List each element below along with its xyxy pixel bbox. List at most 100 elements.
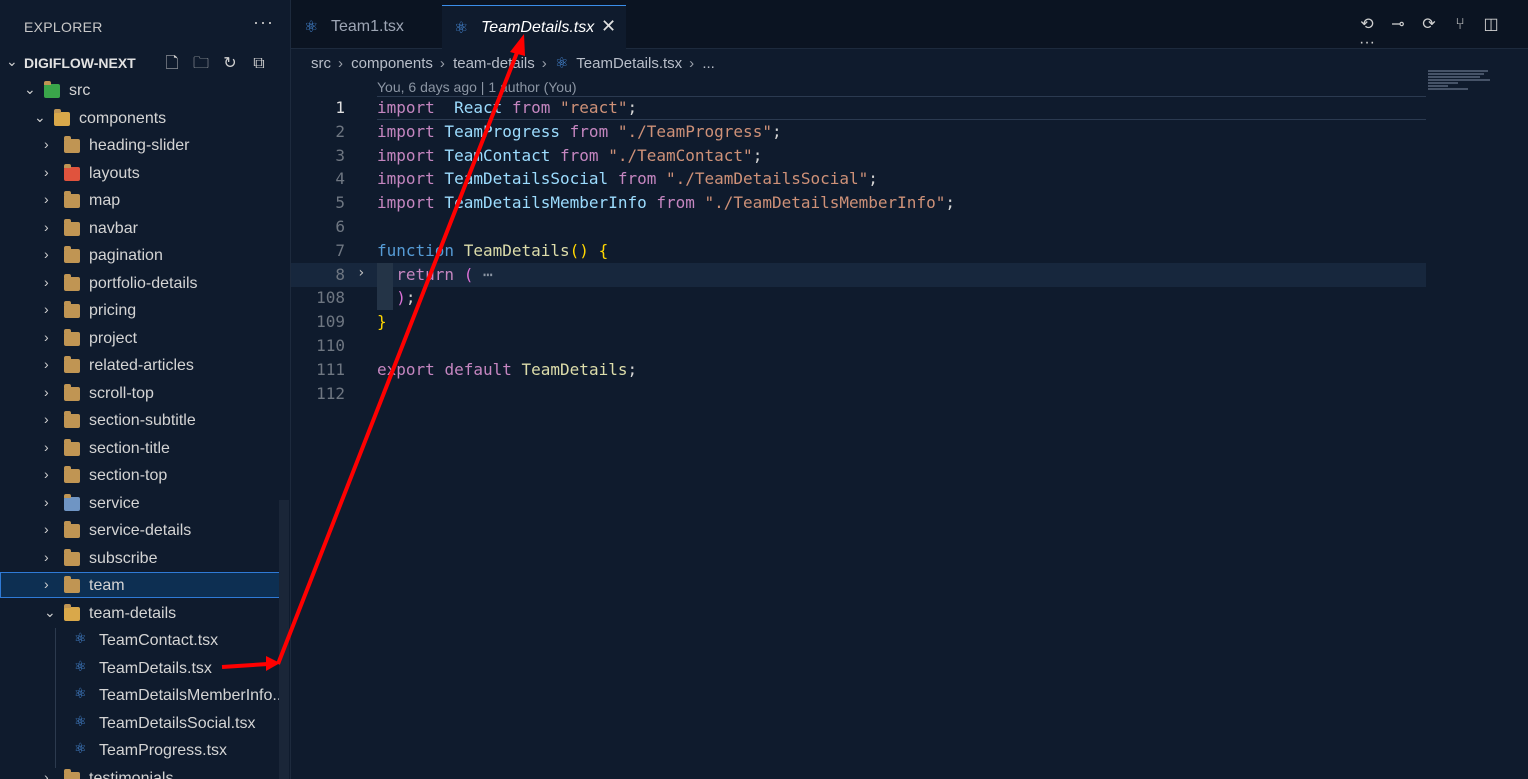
tree-folder-item[interactable]: › testimonials: [0, 765, 290, 779]
project-name: DIGIFLOW-NEXT: [24, 55, 136, 71]
breadcrumb-item-components[interactable]: components: [351, 55, 433, 72]
go-forward-icon[interactable]: ⟳: [1418, 14, 1440, 34]
tree-item-label: components: [79, 109, 167, 127]
fold-chevron-icon[interactable]: ›: [357, 265, 365, 281]
tree-folder-item[interactable]: › service: [0, 490, 290, 516]
code-token: TeamProgress: [434, 121, 561, 141]
split-editor-icon[interactable]: ◫: [1480, 14, 1502, 34]
tree-folder-item[interactable]: › heading-slider: [0, 132, 290, 158]
source-control-icon[interactable]: ⑂: [1449, 16, 1471, 34]
code-line[interactable]: 111 export default TeamDetails;: [291, 358, 1426, 382]
line-number: 8: [335, 264, 345, 284]
code-token: default: [444, 359, 512, 379]
tree-folder-item[interactable]: › section-title: [0, 435, 290, 461]
code-line[interactable]: 112: [291, 382, 1426, 406]
react-file-icon: ⚛: [74, 740, 87, 756]
chevron-right-icon: ›: [44, 273, 49, 290]
folder-open-icon: [54, 108, 70, 126]
breadcrumb-item-team-details[interactable]: team-details: [453, 55, 535, 72]
code-token: ): [396, 288, 406, 308]
code-text: import React from "react";: [377, 98, 637, 117]
tree-folder-item[interactable]: ⌄ team-details: [0, 600, 290, 626]
tree-item-label: layouts: [89, 164, 140, 182]
folder-icon: [64, 576, 80, 593]
refresh-icon[interactable]: ↻: [220, 53, 240, 73]
breadcrumb-item-src[interactable]: src: [311, 55, 331, 72]
tree-folder-item[interactable]: › section-subtitle: [0, 407, 290, 433]
code-line[interactable]: 3 import TeamContact from "./TeamContact"…: [291, 144, 1426, 168]
code-token: }: [377, 312, 387, 332]
tree-folder-item[interactable]: › layouts: [0, 160, 290, 186]
tree-item-label: heading-slider: [89, 137, 190, 154]
go-back-icon[interactable]: ⟲: [1356, 14, 1378, 34]
code-editor[interactable]: 1 import React from "react"; 2 import TeamP…: [291, 96, 1426, 779]
code-line[interactable]: 2 import TeamProgress from "./TeamProgres…: [291, 120, 1426, 144]
tree-file-item[interactable]: ⚛ TeamProgress.tsx: [0, 737, 290, 763]
code-token: return: [396, 264, 455, 284]
timeline-icon[interactable]: ⊸: [1387, 14, 1409, 34]
code-line[interactable]: 110: [291, 334, 1426, 358]
tab-team1[interactable]: ⚛ Team1.tsx: [291, 5, 441, 48]
project-folder-row[interactable]: ⌄ DIGIFLOW-NEXT 🗋 🗀 ↻ ⧉: [0, 50, 290, 76]
tree-item-label: TeamDetailsSocial.tsx: [99, 714, 256, 732]
code-token: ;: [752, 145, 763, 165]
code-line[interactable]: 108 );: [291, 286, 1426, 311]
code-line[interactable]: 8 › return ( ⋯: [291, 262, 1426, 287]
tree-folder-item[interactable]: › project: [0, 325, 290, 351]
tree-folder-item[interactable]: › navbar: [0, 215, 290, 241]
code-token: React: [454, 98, 503, 117]
tree-folder-item[interactable]: › team: [0, 572, 289, 598]
src-folder-icon: [44, 81, 60, 98]
code-token: ;: [945, 193, 955, 213]
tree-folder-item[interactable]: › service-details: [0, 517, 290, 543]
code-line[interactable]: 7 function TeamDetails() {: [291, 239, 1426, 263]
code-line[interactable]: 5 import TeamDetailsMemberInfo from "./Te…: [291, 191, 1426, 215]
tree-folder-item[interactable]: › scroll-top: [0, 380, 290, 406]
tree-folder-item[interactable]: ⌄ src: [0, 77, 290, 103]
code-line[interactable]: 6: [291, 215, 1426, 239]
chevron-right-icon: ›: [44, 163, 49, 180]
tree-folder-item[interactable]: ⌄ components: [0, 105, 290, 131]
code-text: import TeamDetailsMemberInfo from "./Tea…: [377, 193, 955, 212]
tree-folder-item[interactable]: › map: [0, 187, 290, 213]
new-file-icon[interactable]: 🗋: [162, 52, 182, 72]
tree-item-label: section-subtitle: [89, 412, 196, 429]
chevron-right-icon: ›: [44, 218, 49, 235]
tree-item-label: portfolio-details: [89, 274, 198, 292]
code-token: TeamDetailsSocial: [434, 169, 609, 189]
folder-open-icon: [64, 603, 80, 621]
breadcrumb-item-file[interactable]: TeamDetails.tsx: [576, 55, 682, 72]
collapse-all-icon[interactable]: ⧉: [249, 55, 269, 75]
tab-teamdetails[interactable]: ⚛ TeamDetails.tsx ✕: [442, 5, 626, 49]
react-file-icon: ⚛: [74, 657, 87, 674]
code-line[interactable]: 1 import React from "react";: [291, 96, 1426, 120]
tree-folder-item[interactable]: › pricing: [0, 297, 290, 323]
tree-folder-item[interactable]: › pagination: [0, 242, 290, 268]
breadcrumb-separator: ›: [439, 55, 445, 72]
tree-file-item[interactable]: ⚛ TeamContact.tsx: [0, 627, 290, 653]
code-line[interactable]: 109}: [291, 310, 1426, 334]
code-token: {: [598, 240, 609, 260]
chevron-down-icon: ⌄: [24, 81, 36, 97]
tree-file-item[interactable]: ⚛ TeamDetails.tsx: [0, 655, 290, 681]
folder-icon: [64, 191, 80, 208]
more-actions-icon[interactable]: ···: [1356, 34, 1378, 52]
folder-icon: [64, 521, 80, 538]
close-icon[interactable]: ✕: [601, 16, 616, 37]
breadcrumb-separator: ›: [338, 55, 343, 72]
minimap[interactable]: [1428, 70, 1528, 110]
tree-folder-item[interactable]: › related-articles: [0, 352, 290, 378]
code-token: (): [569, 240, 589, 260]
git-blame-codelens[interactable]: You, 6 days ago | 1 author (You): [377, 79, 577, 95]
code-line[interactable]: 4 import TeamDetailsSocial from "./TeamDe…: [291, 167, 1426, 191]
tree-folder-item[interactable]: › portfolio-details: [0, 270, 290, 296]
tree-file-item[interactable]: ⚛ TeamDetailsSocial.tsx: [0, 710, 290, 736]
explorer-more-actions-icon[interactable]: ···: [253, 12, 274, 33]
tree-folder-item[interactable]: › subscribe: [0, 545, 290, 571]
tree-folder-item[interactable]: › section-top: [0, 462, 290, 488]
new-folder-icon[interactable]: 🗀: [191, 52, 211, 72]
breadcrumb-item-symbols[interactable]: ...: [702, 55, 715, 72]
sidebar-scrollbar[interactable]: [279, 500, 289, 779]
react-file-icon: ⚛: [554, 55, 569, 72]
tree-file-item[interactable]: ⚛ TeamDetailsMemberInfo....: [0, 682, 290, 708]
